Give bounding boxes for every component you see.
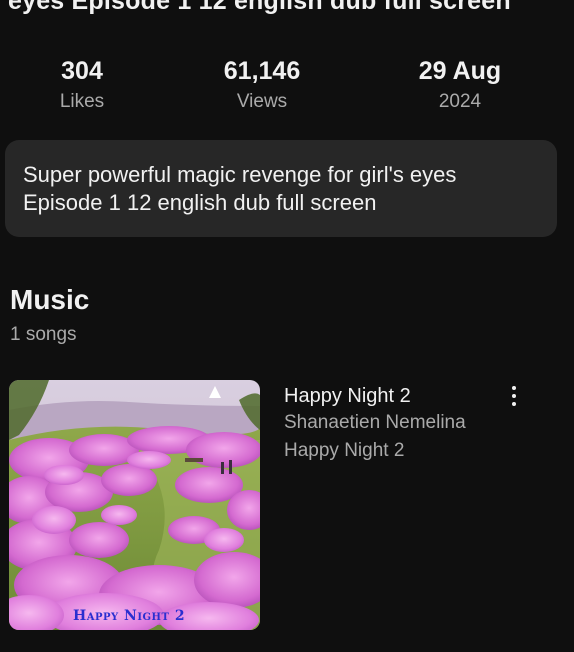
likes-label: Likes <box>59 91 105 112</box>
song-artist: Shanaetien Nemelina <box>284 412 466 433</box>
views-stat: 61,146 Views <box>202 56 322 114</box>
album-art-caption: Happy Night 2 <box>73 608 186 624</box>
song-info[interactable]: Happy Night 2 Shanaetien Nemelina Happy … <box>284 383 514 465</box>
song-album: Happy Night 2 <box>284 440 405 461</box>
upload-date: 29 Aug <box>418 57 502 85</box>
upload-date-stat: 29 Aug 2024 <box>390 56 530 114</box>
views-count: 61,146 <box>223 57 301 85</box>
menu-dot <box>512 402 516 406</box>
music-section-title: Music <box>10 284 90 315</box>
likes-count: 304 <box>61 57 103 85</box>
album-art-image <box>9 380 260 630</box>
video-title: eyes Episode 1 12 english dub full scree… <box>8 0 511 15</box>
description-box[interactable]: Super powerful magic revenge for girl's … <box>5 140 557 237</box>
menu-dot <box>512 394 516 398</box>
likes-stat: 304 Likes <box>22 56 142 114</box>
menu-dot <box>512 386 516 390</box>
song-item[interactable]: Happy Night 2 Happy Night 2 Shanaetien N… <box>9 380 569 632</box>
song-title[interactable]: Happy Night 2 <box>284 383 514 409</box>
song-album-art[interactable]: Happy Night 2 <box>9 380 260 630</box>
upload-year: 2024 <box>438 91 482 112</box>
music-song-count: 1 songs <box>10 324 77 345</box>
video-stats: 304 Likes 61,146 Views 29 Aug 2024 <box>0 56 574 120</box>
more-vert-icon[interactable] <box>504 384 524 408</box>
views-label: Views <box>236 91 288 112</box>
